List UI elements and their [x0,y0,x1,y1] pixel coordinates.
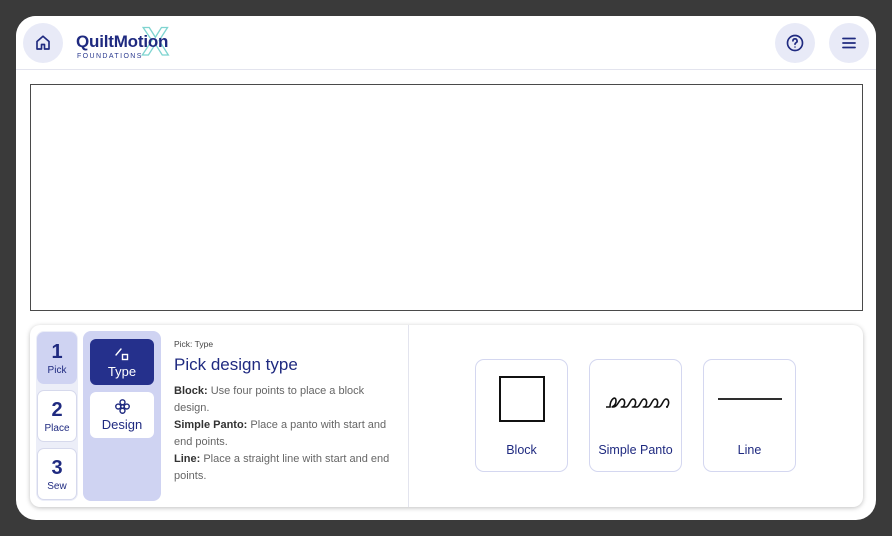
menu-button[interactable] [829,23,869,63]
panel-divider [408,325,409,507]
subnav-type[interactable]: Type [90,339,154,385]
home-icon [36,35,50,50]
description-item: Simple Panto: Place a panto with start a… [174,417,399,451]
top-bar: X QuiltMotion FOUNDATIONS [16,16,876,70]
step-pick[interactable]: 1 Pick [37,332,77,384]
design-type-block[interactable]: Block [475,359,568,472]
description-term: Simple Panto: [174,419,248,431]
step-label: Place [44,422,70,434]
shape-type-icon [115,347,129,360]
subnav-design-label: Design [101,417,143,432]
app-logo: X QuiltMotion FOUNDATIONS [76,21,186,62]
description-item: Block: Use four points to place a block … [174,383,399,417]
design-type-simple-panto[interactable]: Simple Panto [589,359,682,472]
design-type-line[interactable]: Line [703,359,796,472]
step-number: 1 [51,340,63,363]
help-button[interactable] [775,23,815,63]
logo-subtitle: FOUNDATIONS [77,53,143,60]
step-sew[interactable]: 3 Sew [37,448,77,500]
design-canvas[interactable] [30,84,863,311]
step-description: Pick: Type Pick design type Block: Use f… [174,339,399,485]
app-window: X QuiltMotion FOUNDATIONS 1 Pick 2 Place… [16,16,876,520]
description-text: Place a straight line with start and end… [174,453,390,482]
logo-title: QuiltMotion [76,32,169,51]
breadcrumb: Pick: Type [174,339,214,349]
square-block-icon [499,376,545,422]
sub-nav: Type Design [83,331,161,501]
subnav-design[interactable]: Design [90,392,154,438]
design-type-label: Simple Panto [598,443,673,457]
design-type-label: Block [506,443,537,457]
description-term: Line: [174,453,201,465]
flower-icon [114,399,130,414]
description-body: Block: Use four points to place a block … [174,383,399,485]
step-place[interactable]: 2 Place [37,390,77,442]
description-term: Block: [174,385,208,397]
help-circle-icon [786,34,804,52]
hamburger-menu-icon [842,37,856,49]
design-type-label: Line [737,443,762,457]
step-label: Pick [47,364,67,376]
description-title: Pick design type [174,355,298,374]
subnav-type-label: Type [107,363,137,379]
control-panel: 1 Pick 2 Place 3 Sew Type Design Pick: T… [30,325,863,507]
step-nav: 1 Pick 2 Place 3 Sew [36,331,78,501]
home-button[interactable] [23,23,63,63]
step-number: 2 [51,398,63,421]
step-number: 3 [51,456,63,479]
description-item: Line: Place a straight line with start a… [174,451,399,485]
loop-panto-icon [606,397,670,408]
step-label: Sew [47,480,67,492]
straight-line-icon [718,398,782,400]
